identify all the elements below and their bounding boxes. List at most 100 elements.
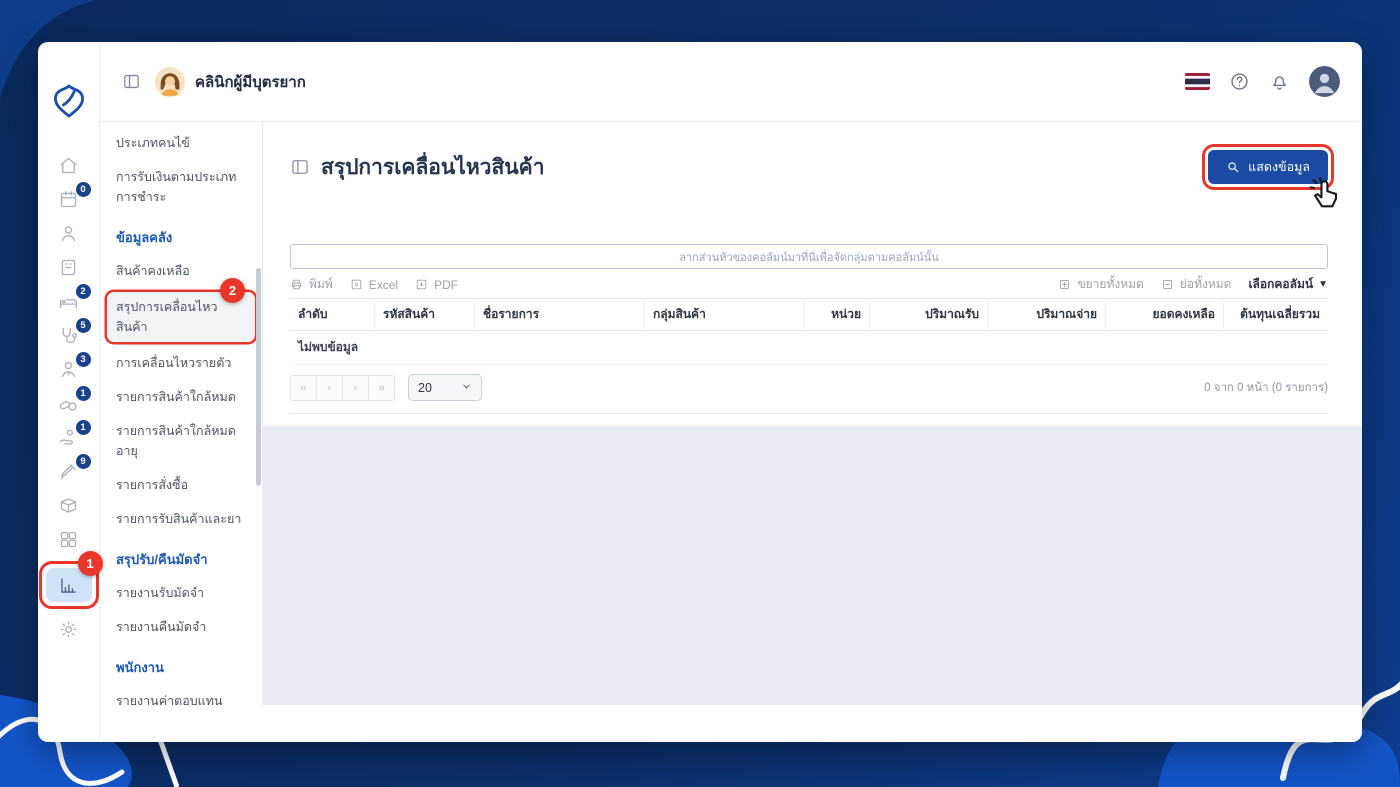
menu-item-label: การรับเงินตามประเภทการชำระ	[116, 170, 237, 204]
menu-item-label: รายการสินค้าใกล้หมดอายุ	[116, 424, 236, 458]
menu-item[interactable]: สรุปรับ/คืนมัดจำ	[100, 536, 262, 576]
column-header[interactable]: ปริมาณจ่าย	[988, 299, 1106, 330]
home-rail-item[interactable]	[46, 154, 92, 176]
bed-rail-item[interactable]: 2	[46, 284, 92, 312]
menu-item-label: รายงานคืนมัดจำ	[116, 620, 207, 634]
menu-item[interactable]: รายงานค่าตอบแทน	[100, 684, 262, 705]
column-header[interactable]: กลุ่มสินค้า	[645, 299, 805, 330]
click-cursor-icon	[1306, 176, 1344, 214]
card-footer	[100, 705, 1362, 742]
column-header[interactable]: ปริมาณรับ	[870, 299, 988, 330]
kiosk-rail-item[interactable]	[46, 256, 92, 278]
menu-item-label: รายการรับสินค้าและยา	[116, 512, 242, 526]
calendar-rail-item[interactable]: 0	[46, 182, 92, 210]
menu-item-label: รายการสินค้าใกล้หมด	[116, 390, 236, 404]
collapse-all-label: ย่อทั้งหมด	[1179, 277, 1232, 291]
notifications-bell-icon[interactable]	[1269, 71, 1290, 92]
count-badge: 5	[75, 318, 91, 333]
clinic-avatar	[155, 66, 185, 97]
count-badge: 1	[75, 420, 91, 435]
bar-chart-icon	[58, 575, 79, 596]
pagination-nav-button[interactable]: ›	[342, 374, 369, 401]
sidebar-toggle-icon[interactable]	[122, 72, 141, 91]
empty-state-text: ไม่พบข้อมูล	[290, 331, 1328, 365]
menu-item-label: รายงานค่าตอบแทน	[116, 694, 223, 705]
kiosk-icon	[58, 257, 79, 278]
content-background	[263, 426, 1362, 705]
excel-icon	[351, 279, 362, 290]
column-header[interactable]: ชื่อรายการ	[475, 299, 645, 330]
home-icon	[58, 155, 79, 176]
pagination-nav-button[interactable]: ‹	[316, 374, 343, 401]
print-label: พิมพ์	[309, 277, 333, 291]
menu-item[interactable]: การรับเงินตามประเภทการชำระ	[100, 160, 262, 214]
bar-chart-rail-item[interactable]: 1	[38, 551, 103, 609]
menu-item[interactable]: พนักงาน	[100, 644, 262, 684]
pills-rail-item[interactable]: 1	[46, 386, 92, 414]
pdf-icon	[416, 279, 427, 290]
print-button[interactable]: พิมพ์	[290, 275, 333, 294]
menu-item[interactable]: รายงานคืนมัดจำ	[100, 610, 262, 644]
pagination-info: 0 จาก 0 หน้า (0 รายการ)	[1204, 381, 1328, 394]
excel-label: Excel	[368, 277, 399, 292]
collapse-all-button[interactable]: ย่อทั้งหมด	[1161, 275, 1232, 294]
menu-scrollbar[interactable]	[256, 268, 261, 486]
menu-item[interactable]: การเคลื่อนไหวรายตัว	[100, 346, 262, 380]
table-header-row: ลำดับ รหัสสินค้า ชื่อรายการ กลุ่มสินค้า …	[290, 298, 1328, 331]
column-header[interactable]: รหัสสินค้า	[375, 299, 475, 330]
doctor-rail-item[interactable]: 3	[46, 352, 92, 380]
menu-item[interactable]: รายการสินค้าใกล้หมด	[100, 380, 262, 414]
pagination-nav: «‹ ›»	[290, 374, 395, 401]
menu-item[interactable]: รายการสั่งซื้อ	[100, 468, 262, 502]
expand-all-button[interactable]: ขยายทั้งหมด	[1058, 275, 1144, 294]
syringe-rail-item[interactable]: 9	[46, 454, 92, 482]
pagination-bar: «‹ ›» 20 0 จาก 0 หน้า (0 รายการ)	[290, 365, 1328, 405]
menu-item[interactable]: สรุปการเคลื่อนไหวสินค้า 2	[107, 278, 255, 342]
export-excel-button[interactable]: Excel	[350, 278, 398, 292]
count-badge: 3	[75, 352, 91, 367]
brand-logo-icon[interactable]	[50, 82, 88, 120]
page-title: สรุปการเคลื่อนไหวสินค้า	[321, 155, 545, 179]
show-data-button-label: แสดงข้อมูล	[1248, 160, 1310, 174]
export-pdf-button[interactable]: PDF	[415, 278, 458, 292]
user-avatar[interactable]	[1309, 66, 1340, 97]
hand-coin-rail-item[interactable]: 1	[46, 420, 92, 448]
group-by-drop-zone[interactable]: ลากส่วนหัวของคอลัมน์มาที่นี่เพื่อจัดกลุ่…	[290, 244, 1328, 269]
menu-item-label: สินค้าคงเหลือ	[116, 264, 190, 278]
help-icon[interactable]	[1229, 71, 1250, 92]
menu-item[interactable]: รายการสินค้าใกล้หมดอายุ	[100, 414, 262, 468]
menu-item[interactable]: ข้อมูลคลัง	[100, 214, 262, 254]
clinic-selector[interactable]: คลินิกผู้มีบุตรยาก	[155, 66, 306, 97]
menu-item-label: สรุปรับ/คืนมัดจำ	[116, 552, 208, 567]
language-thai-flag-icon[interactable]	[1185, 73, 1210, 90]
menu-item[interactable]: รายการรับสินค้าและยา	[100, 502, 262, 536]
column-header[interactable]: ลำดับ	[290, 299, 375, 330]
annotation-step-badge: 2	[220, 278, 245, 303]
menu-item[interactable]: ประเภทคนไข้	[100, 126, 262, 160]
pagination-nav-button[interactable]: »	[368, 374, 395, 401]
gear-rail-item[interactable]	[46, 618, 92, 640]
page-title-icon	[290, 157, 310, 177]
column-header[interactable]: หน่วย	[805, 299, 870, 330]
count-badge: 2	[75, 284, 91, 299]
clinic-name: คลินิกผู้มีบุตรยาก	[195, 73, 306, 91]
person-rail-item[interactable]	[46, 222, 92, 244]
grid-rail-item[interactable]	[46, 528, 92, 550]
column-chooser-label: เลือกคอลัมน์	[1248, 277, 1314, 291]
pagination-nav-button[interactable]: «	[290, 374, 317, 401]
icon-rail: 0 2 5 3 1 1 9 1	[38, 42, 103, 742]
column-header[interactable]: ยอดคงเหลือ	[1106, 299, 1224, 330]
page-size-select[interactable]: 20	[408, 374, 482, 401]
column-chooser-button[interactable]: เลือกคอลัมน์ ▼	[1248, 275, 1328, 294]
stethoscope-rail-item[interactable]: 5	[46, 318, 92, 346]
menu-item[interactable]: รายงานรับมัดจำ	[100, 576, 262, 610]
rail-items: 0 2 5 3 1 1 9 1	[38, 154, 103, 652]
page-size-value: 20	[418, 380, 432, 395]
printer-icon	[291, 279, 302, 290]
count-badge: 1	[75, 386, 91, 401]
package-rail-item[interactable]	[46, 494, 92, 516]
data-grid: ลากส่วนหัวของคอลัมน์มาที่นี่เพื่อจัดกลุ่…	[290, 244, 1328, 414]
column-header[interactable]: ต้นทุนเฉลี่ยรวม	[1224, 299, 1328, 330]
package-icon	[58, 495, 79, 516]
menu-item-label: พนักงาน	[116, 660, 164, 675]
